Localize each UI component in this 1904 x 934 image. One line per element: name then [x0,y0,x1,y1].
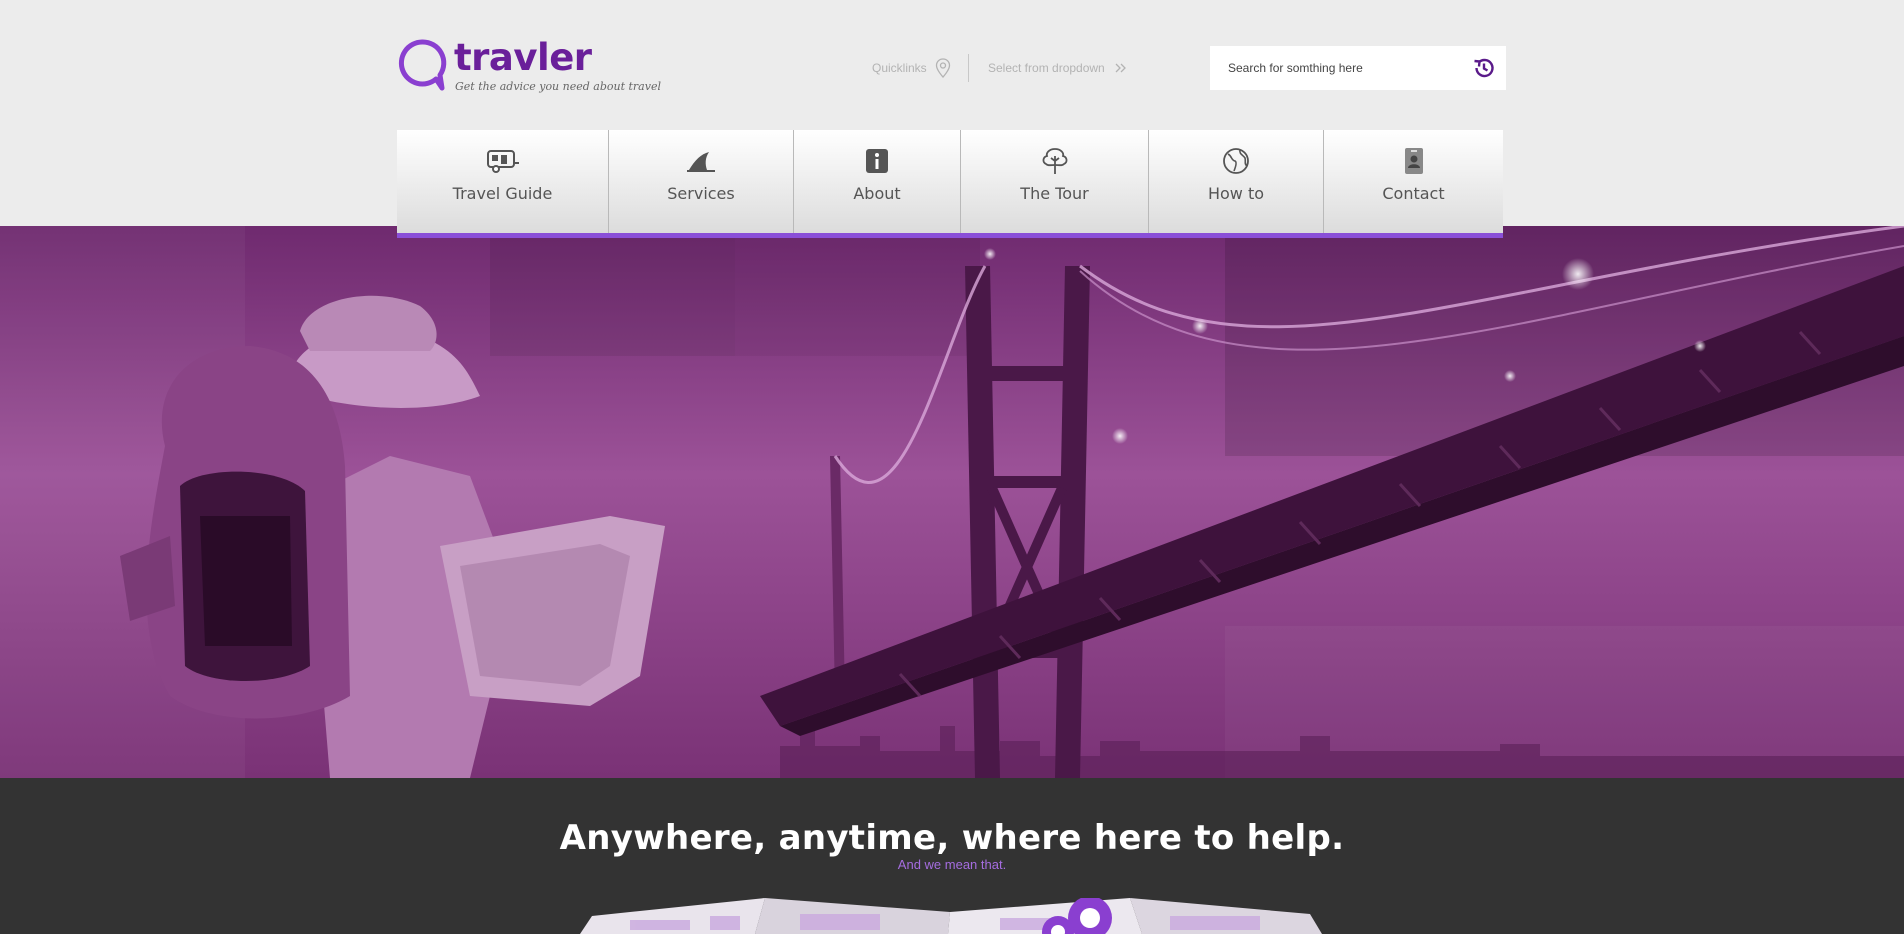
nav-label: Travel Guide [452,184,553,203]
globe-icon [1223,148,1249,174]
caravan-icon [486,150,519,173]
folded-map-graphic [580,898,1322,934]
brand-name: travler [454,36,592,79]
select-dropdown[interactable]: Select from dropdown [988,56,1127,80]
dropdown-label: Select from dropdown [988,61,1105,75]
section-title: Anywhere, anytime, where here to help. [559,818,1345,858]
nav-item-travel-guide[interactable]: Travel Guide [397,130,609,233]
traveler-bridge-illustration [0,226,1904,778]
double-chevron-right-icon [1115,63,1126,73]
nav-label: Services [667,184,735,203]
divider [968,54,969,82]
main-nav: Travel Guide Services About The Tour How… [397,130,1503,238]
tagline-section: Anywhere, anytime, where here to help. A… [0,778,1904,934]
nav-label: The Tour [1020,184,1089,203]
quicklinks[interactable]: Quicklinks [872,56,951,80]
brand-tagline: Get the advice you need about travel [455,80,661,93]
nav-item-services[interactable]: Services [609,130,794,233]
nav-item-how-to[interactable]: How to [1149,130,1324,233]
nav-item-the-tour[interactable]: The Tour [961,130,1149,233]
nav-item-about[interactable]: About [794,130,961,233]
history-icon[interactable] [1472,56,1496,80]
nav-item-contact[interactable]: Contact [1324,130,1503,233]
search-box [1210,46,1506,90]
speech-bubble-logo-icon [398,39,447,91]
search-input[interactable] [1210,46,1460,90]
nav-label: How to [1207,184,1265,203]
info-icon [866,149,888,173]
nav-label: About [853,184,901,203]
shark-fin-icon [687,152,715,172]
tree-icon [1042,148,1067,174]
contact-card-icon [1404,148,1423,174]
section-subtitle: And we mean that. [897,857,1007,872]
logo[interactable]: travler Get the advice you need about tr… [396,36,661,98]
hero-image [0,226,1904,778]
nav-label: Contact [1382,184,1445,203]
map-pin-icon [935,58,950,78]
quicklinks-label: Quicklinks [872,61,927,75]
